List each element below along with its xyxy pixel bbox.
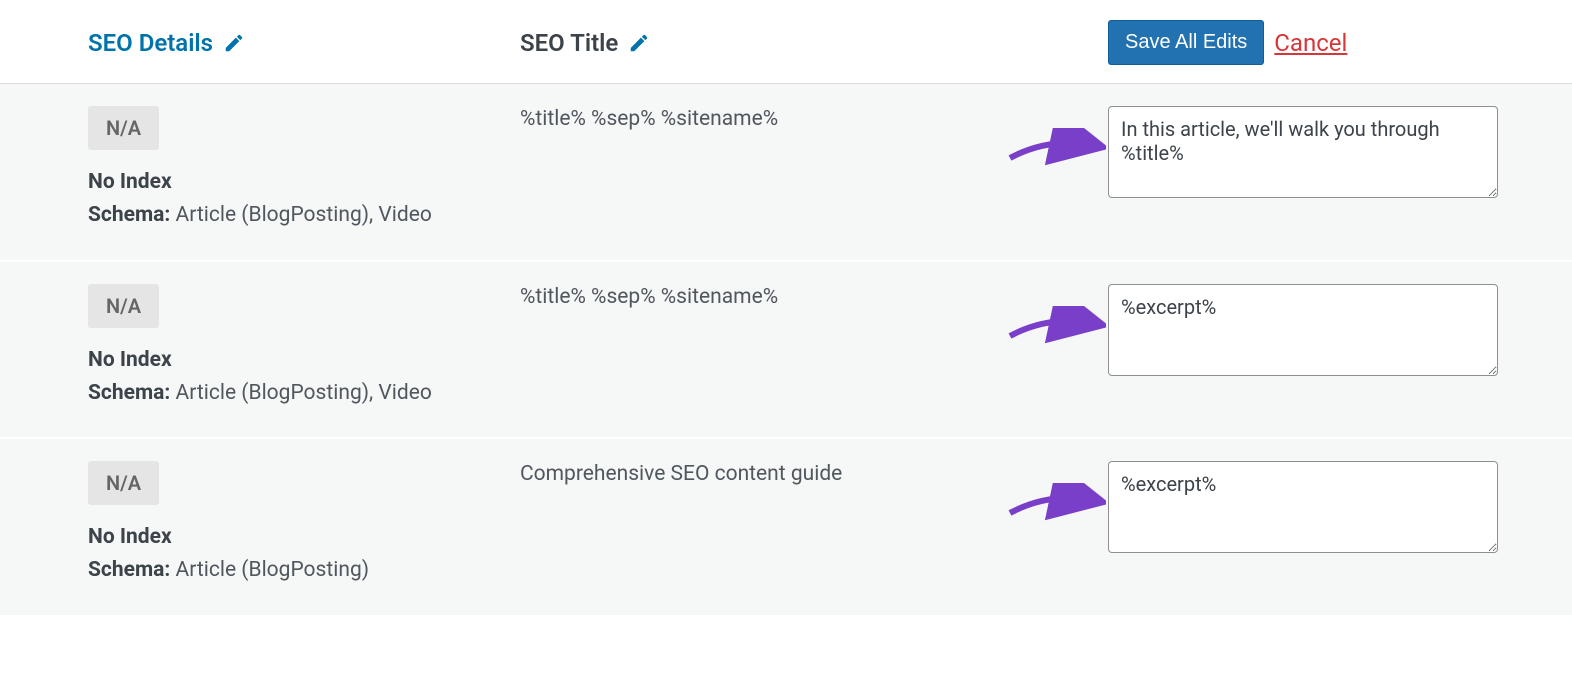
arrow-annotation-icon (1006, 128, 1106, 168)
status-badge: N/A (88, 461, 159, 505)
noindex-label: No Index (88, 525, 520, 549)
description-input[interactable] (1108, 284, 1498, 376)
schema-line: Schema: Article (BlogPosting) (88, 555, 520, 587)
table-row: N/A No Index Schema: Article (BlogPostin… (0, 439, 1572, 617)
edit-icon (628, 32, 650, 54)
schema-line: Schema: Article (BlogPosting), Video (88, 378, 520, 410)
schema-line: Schema: Article (BlogPosting), Video (88, 200, 520, 232)
noindex-label: No Index (88, 348, 520, 372)
schema-value: Article (BlogPosting), Video (176, 381, 432, 405)
noindex-label: No Index (88, 170, 520, 194)
schema-value: Article (BlogPosting), Video (176, 203, 432, 227)
seo-details-link[interactable]: SEO Details (88, 29, 245, 57)
status-badge: N/A (88, 284, 159, 328)
arrow-annotation-icon (1006, 483, 1106, 523)
description-input[interactable] (1108, 106, 1498, 198)
header-row: SEO Details SEO Title Save All Edits Can… (0, 0, 1572, 84)
seo-title-value: %title% %sep% %sitename% (520, 107, 778, 131)
arrow-annotation-icon (1006, 306, 1106, 346)
seo-title-value: Comprehensive SEO content guide (520, 462, 842, 486)
seo-title-header-label: SEO Title (520, 29, 618, 57)
seo-details-label: SEO Details (88, 29, 213, 57)
seo-title-header[interactable]: SEO Title (520, 29, 650, 57)
status-badge: N/A (88, 106, 159, 150)
schema-label: Schema: (88, 381, 170, 405)
table-row: N/A No Index Schema: Article (BlogPostin… (0, 84, 1572, 262)
schema-label: Schema: (88, 203, 170, 227)
cancel-link[interactable]: Cancel (1274, 29, 1347, 57)
schema-label: Schema: (88, 558, 170, 582)
edit-icon (223, 32, 245, 54)
seo-title-value: %title% %sep% %sitename% (520, 285, 778, 309)
description-input[interactable] (1108, 461, 1498, 553)
save-all-edits-button[interactable]: Save All Edits (1108, 20, 1264, 65)
table-row: N/A No Index Schema: Article (BlogPostin… (0, 262, 1572, 440)
schema-value: Article (BlogPosting) (176, 558, 370, 582)
